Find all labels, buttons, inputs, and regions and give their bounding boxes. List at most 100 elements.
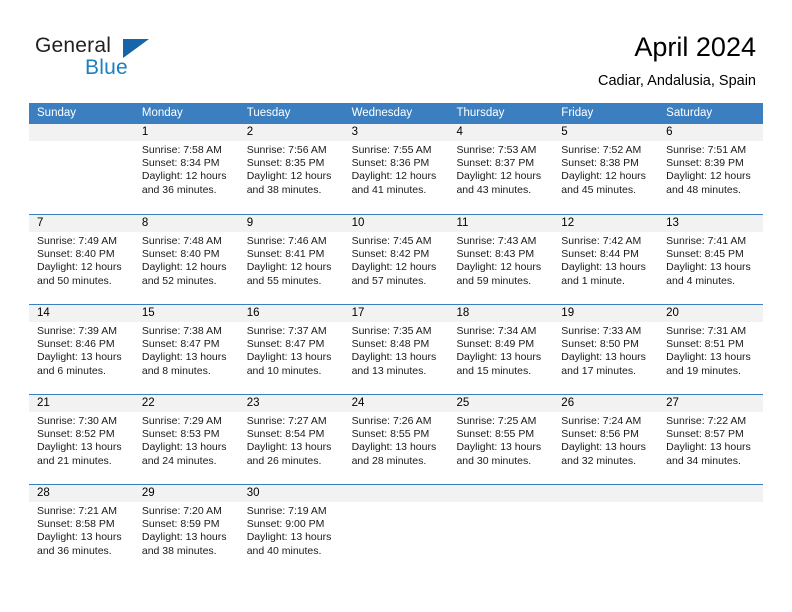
day-info-line: and 6 minutes. [37, 364, 106, 377]
calendar-day-cell[interactable]: 15 Sunrise: 7:38 AM Sunset: 8:47 PM Dayligh… [133, 305, 239, 394]
calendar-day-cell[interactable]: 2 Sunrise: 7:56 AM Sunset: 8:35 PM Daylight… [238, 124, 344, 214]
calendar-day-cell[interactable]: 8 Sunrise: 7:48 AM Sunset: 8:40 PM Daylight… [133, 215, 239, 304]
day-info-line: Sunset: 8:44 PM [561, 248, 639, 261]
day-sun-info: Sunrise: 7:24 AM Sunset: 8:56 PM Daylight:… [553, 412, 658, 468]
calendar-day-cell[interactable]: 14 Sunrise: 7:39 AM Sunset: 8:46 PM Dayligh… [29, 305, 134, 394]
day-info-line: Sunset: 8:43 PM [456, 248, 535, 261]
calendar-day-cell[interactable]: 12 Sunrise: 7:42 AM Sunset: 8:44 PM Dayligh… [553, 215, 659, 304]
calendar-day-cell[interactable]: 5 Sunrise: 7:52 AM Sunset: 8:38 PM Daylight… [553, 124, 659, 214]
calendar-day-cell[interactable]: 16 Sunrise: 7:37 AM Sunset: 8:47 PM Dayligh… [238, 305, 344, 394]
day-info-line: Sunset: 8:41 PM [246, 248, 325, 261]
calendar-day-cell[interactable]: 18 Sunrise: 7:34 AM Sunset: 8:49 PM Dayligh… [448, 305, 554, 394]
calendar-day-cell[interactable]: 9 Sunrise: 7:46 AM Sunset: 8:41 PM Daylight… [238, 215, 344, 304]
day-info-line: and 21 minutes. [37, 454, 112, 467]
day-info-line: Daylight: 13 hours [37, 531, 122, 544]
day-info-line: Sunrise: 7:42 AM [561, 235, 642, 247]
day-number: 24 [343, 395, 449, 412]
calendar-day-cell[interactable]: 6 Sunrise: 7:51 AM Sunset: 8:39 PM Daylight… [658, 124, 764, 214]
day-info-line: Sunrise: 7:20 AM [141, 505, 222, 517]
day-info-line: Daylight: 13 hours [246, 531, 332, 544]
day-sun-info: Sunrise: 7:56 AM Sunset: 8:35 PM Daylight:… [239, 141, 344, 197]
day-info-line: Daylight: 13 hours [351, 441, 437, 454]
day-number: 3 [343, 124, 449, 141]
calendar-day-cell[interactable]: 10 Sunrise: 7:45 AM Sunset: 8:42 PM Dayligh… [343, 215, 449, 304]
day-info-line: Sunrise: 7:41 AM [666, 235, 747, 247]
calendar-day-cell[interactable]: 13 Sunrise: 7:41 AM Sunset: 8:45 PM Dayligh… [658, 215, 764, 304]
calendar-week-row: 21 Sunrise: 7:30 AM Sunset: 8:52 PM Dayligh… [29, 394, 764, 484]
day-info-line: and 19 minutes. [666, 364, 741, 377]
day-number: 1 [133, 124, 239, 141]
day-sun-info: Sunrise: 7:42 AM Sunset: 8:44 PM Daylight:… [553, 232, 658, 288]
day-info-line: Sunset: 8:59 PM [141, 518, 220, 531]
calendar-grid: Sunday Monday Tuesday Wednesday Thursday Frid… [29, 103, 764, 574]
calendar-day-cell[interactable]: 30 Sunrise: 7:19 AM Sunset: 9:00 PM Dayligh… [238, 485, 344, 574]
calendar-day-cell[interactable]: 3 Sunrise: 7:55 AM Sunset: 8:36 PM Daylight… [343, 124, 449, 214]
calendar-day-cell[interactable]: 26 Sunrise: 7:24 AM Sunset: 8:56 PM Dayligh… [553, 395, 659, 484]
day-sun-info: Sunrise: 7:49 AM Sunset: 8:40 PM Daylight:… [29, 232, 134, 288]
day-sun-info: Sunrise: 7:38 AM Sunset: 8:47 PM Daylight:… [134, 322, 239, 378]
day-number: 13 [658, 215, 764, 232]
calendar-day-cell[interactable]: 4 Sunrise: 7:53 AM Sunset: 8:37 PM Daylight… [448, 124, 554, 214]
day-info-line: Sunset: 8:54 PM [246, 428, 325, 441]
day-info-line: Daylight: 13 hours [456, 351, 542, 364]
day-sun-info: Sunrise: 7:45 AM Sunset: 8:42 PM Daylight:… [344, 232, 449, 288]
day-number: 10 [343, 215, 449, 232]
day-number [448, 485, 554, 502]
calendar-day-cell[interactable]: 1 Sunrise: 7:58 AM Sunset: 8:34 PM Daylight… [133, 124, 239, 214]
day-number [553, 485, 659, 502]
calendar-day-cell[interactable]: 7 Sunrise: 7:49 AM Sunset: 8:40 PM Daylight… [29, 215, 134, 304]
day-info-line: Daylight: 13 hours [141, 531, 227, 544]
day-info-line: Sunrise: 7:30 AM [37, 415, 117, 427]
day-info-line: Sunset: 8:56 PM [561, 428, 639, 441]
day-info-line: and 17 minutes. [561, 364, 637, 377]
weekday-header-thursday: Thursday [456, 107, 505, 119]
calendar-day-cell[interactable]: 28 Sunrise: 7:21 AM Sunset: 8:58 PM Dayligh… [29, 485, 134, 574]
day-info-line: Sunrise: 7:19 AM [246, 505, 327, 517]
day-info-line: Sunset: 8:51 PM [666, 338, 744, 351]
day-info-line: Daylight: 12 hours [666, 170, 751, 183]
day-number: 21 [29, 395, 134, 412]
day-info-line: and 34 minutes. [666, 454, 741, 467]
day-info-line: Daylight: 13 hours [246, 441, 332, 454]
day-info-line: Daylight: 13 hours [246, 351, 332, 364]
day-number: 29 [133, 485, 239, 502]
day-info-line: Daylight: 13 hours [666, 351, 751, 364]
day-sun-info: Sunrise: 7:31 AM Sunset: 8:51 PM Daylight:… [658, 322, 763, 378]
weekday-header-wednesday: Wednesday [351, 107, 413, 119]
day-info-line: and 8 minutes. [141, 364, 211, 377]
calendar-day-cell[interactable]: 21 Sunrise: 7:30 AM Sunset: 8:52 PM Dayligh… [29, 395, 134, 484]
day-info-line: and 41 minutes. [351, 183, 427, 196]
calendar-day-cell[interactable]: 25 Sunrise: 7:25 AM Sunset: 8:55 PM Dayligh… [448, 395, 554, 484]
calendar-day-cell[interactable]: 27 Sunrise: 7:22 AM Sunset: 8:57 PM Dayligh… [658, 395, 764, 484]
calendar-day-cell[interactable]: 22 Sunrise: 7:29 AM Sunset: 8:53 PM Dayligh… [133, 395, 239, 484]
day-info-line: Sunset: 8:39 PM [666, 157, 744, 170]
calendar-day-cell-empty [29, 124, 134, 214]
day-number: 20 [658, 305, 764, 322]
day-info-line: Sunrise: 7:31 AM [666, 325, 747, 337]
day-info-line: Sunrise: 7:34 AM [456, 325, 537, 337]
calendar-day-cell[interactable]: 19 Sunrise: 7:33 AM Sunset: 8:50 PM Dayligh… [553, 305, 659, 394]
day-info-line: Daylight: 13 hours [666, 441, 751, 454]
day-sun-info: Sunrise: 7:27 AM Sunset: 8:54 PM Daylight:… [239, 412, 344, 468]
calendar-day-cell[interactable]: 17 Sunrise: 7:35 AM Sunset: 8:48 PM Dayligh… [343, 305, 449, 394]
day-info-line: Sunrise: 7:58 AM [141, 144, 222, 156]
day-sun-info: Sunrise: 7:35 AM Sunset: 8:48 PM Daylight:… [344, 322, 449, 378]
day-sun-info: Sunrise: 7:29 AM Sunset: 8:53 PM Daylight:… [134, 412, 239, 468]
day-info-line: Sunset: 8:48 PM [351, 338, 430, 351]
brand-logo[interactable]: General Blue [35, 34, 265, 84]
day-info-line: Sunrise: 7:39 AM [37, 325, 117, 337]
day-sun-info: Sunrise: 7:20 AM Sunset: 8:59 PM Daylight:… [134, 502, 239, 558]
day-info-line: Sunrise: 7:43 AM [456, 235, 537, 247]
calendar-day-cell[interactable]: 20 Sunrise: 7:31 AM Sunset: 8:51 PM Dayligh… [658, 305, 764, 394]
day-number [29, 124, 134, 141]
calendar-day-cell[interactable]: 11 Sunrise: 7:43 AM Sunset: 8:43 PM Dayligh… [448, 215, 554, 304]
day-info-line: Daylight: 12 hours [456, 261, 542, 274]
calendar-day-cell[interactable]: 23 Sunrise: 7:27 AM Sunset: 8:54 PM Dayligh… [238, 395, 344, 484]
calendar-weeks: 1 Sunrise: 7:58 AM Sunset: 8:34 PM Daylight… [29, 124, 764, 574]
calendar-day-cell[interactable]: 29 Sunrise: 7:20 AM Sunset: 8:59 PM Dayligh… [133, 485, 239, 574]
day-sun-info: Sunrise: 7:41 AM Sunset: 8:45 PM Daylight:… [658, 232, 763, 288]
day-info-line: Sunrise: 7:53 AM [456, 144, 537, 156]
calendar-day-cell[interactable]: 24 Sunrise: 7:26 AM Sunset: 8:55 PM Dayligh… [343, 395, 449, 484]
day-info-line: Sunrise: 7:49 AM [37, 235, 117, 247]
day-number: 17 [343, 305, 449, 322]
